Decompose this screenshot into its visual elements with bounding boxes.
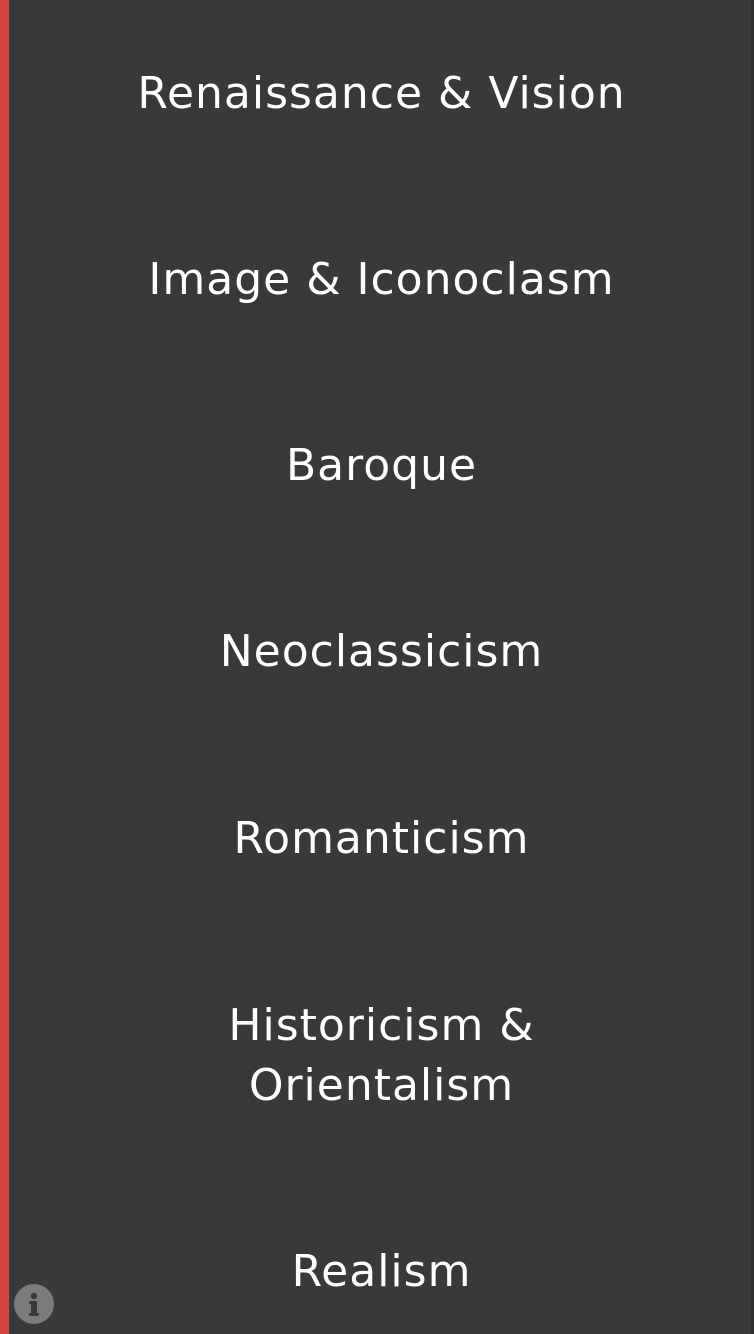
menu-item-label: Image & Iconoclasm [148,254,615,305]
menu-item-label: Neoclassicism [219,626,544,677]
menu-item-renaissance-vision[interactable]: Renaissance & Vision [9,64,754,124]
menu-item-baroque[interactable]: Baroque [9,436,754,496]
menu-item-romanticism[interactable]: Romanticism [9,809,754,869]
menu-item-neoclassicism[interactable]: Neoclassicism [9,622,754,682]
info-icon [29,1292,39,1316]
menu-list: Renaissance & Vision Image & Iconoclasm … [9,0,754,1334]
menu-item-label: Renaissance & Vision [137,68,626,119]
info-button[interactable] [14,1284,54,1324]
menu-item-label-line-2: Orientalism [248,1060,515,1111]
accent-bar [0,0,9,1334]
screen: Renaissance & Vision Image & Iconoclasm … [0,0,754,1334]
menu-item-label: Romanticism [233,813,530,864]
menu-item-historicism-orientalism[interactable]: Historicism & Orientalism [9,996,754,1116]
menu-item-label: Baroque [285,440,478,491]
menu-item-label: Realism [291,1246,472,1297]
menu-item-label-line-1: Historicism & [228,1000,535,1051]
menu-item-realism[interactable]: Realism [9,1242,754,1302]
menu-item-image-iconoclasm[interactable]: Image & Iconoclasm [9,250,754,310]
